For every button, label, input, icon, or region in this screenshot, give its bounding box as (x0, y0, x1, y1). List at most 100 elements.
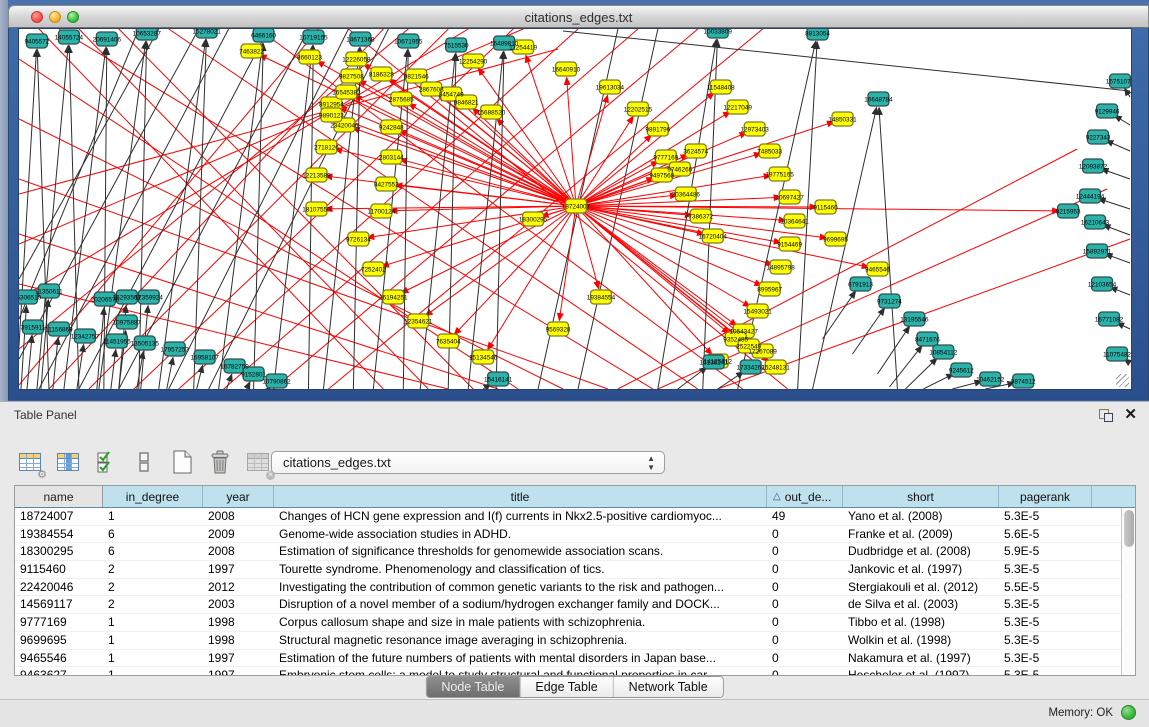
close-panel-icon[interactable]: ✕ (1124, 405, 1137, 423)
cell-short[interactable]: Wolkin et al. (1998) (843, 632, 999, 649)
table-row[interactable]: 911546021997Tourette syndrome. Phenomeno… (15, 561, 1121, 579)
cell-year[interactable]: 1998 (203, 632, 274, 649)
cell-in-degree[interactable]: 1 (103, 508, 203, 525)
cell-year[interactable]: 1997 (203, 650, 274, 667)
graph-edge[interactable] (1099, 199, 1130, 209)
cell-in-degree[interactable]: 2 (103, 579, 203, 596)
cell-in-degree[interactable]: 1 (103, 650, 203, 667)
cell-out-de-[interactable]: 0 (767, 667, 843, 675)
cell-pagerank[interactable]: 5.3E-5 (999, 632, 1092, 649)
merge-button[interactable] (130, 448, 157, 476)
column-header-name[interactable]: name (15, 486, 103, 507)
graph-edge[interactable] (823, 291, 856, 339)
table-selector-dropdown[interactable]: citations_edges.txt ▲▼ (271, 451, 665, 474)
column-header-year[interactable]: year (203, 486, 274, 507)
cell-out-de-[interactable]: 0 (767, 650, 843, 667)
cell-name[interactable]: 18300295 (15, 543, 103, 560)
graph-edge[interactable] (219, 44, 263, 389)
table-row[interactable]: 946362711997Embryonic stem cells: a mode… (15, 667, 1121, 675)
graph-edge[interactable] (1103, 225, 1130, 235)
cell-out-de-[interactable]: 0 (767, 561, 843, 578)
cell-name[interactable]: 18724007 (15, 508, 103, 525)
graph-edge[interactable] (308, 46, 313, 389)
graph-edge[interactable] (426, 206, 576, 316)
cell-year[interactable]: 2008 (203, 508, 274, 525)
column-select-button[interactable] (54, 448, 81, 476)
network-canvas[interactable]: 1872400774638228660123122260589827508818… (18, 28, 1132, 390)
cell-out-de-[interactable]: 0 (767, 543, 843, 560)
graph-edge-line[interactable] (19, 29, 468, 299)
cell-title[interactable]: Disruption of a novel member of a sodium… (274, 596, 767, 613)
graph-edge[interactable] (813, 108, 877, 389)
cell-name[interactable]: 9463627 (15, 667, 103, 675)
cell-pagerank[interactable]: 5.5E-5 (999, 579, 1092, 596)
graph-edge[interactable] (353, 128, 576, 206)
cell-year[interactable]: 1997 (203, 561, 274, 578)
cell-title[interactable]: Investigating the contribution of common… (274, 579, 767, 596)
graph-edge[interactable] (197, 366, 203, 389)
graph-edge-line[interactable] (19, 49, 558, 194)
cell-title[interactable]: Changes of HCN gene expression and I(f) … (274, 508, 767, 525)
graph-edge[interactable] (274, 46, 313, 389)
column-header-pagerank[interactable]: pagerank (999, 486, 1092, 507)
cell-title[interactable]: Structural magnetic resonance image aver… (274, 632, 767, 649)
cell-short[interactable]: de Silva et al. (2003) (843, 596, 999, 613)
graph-edge[interactable] (889, 346, 921, 387)
cell-out-de-[interactable]: 49 (767, 508, 843, 525)
cell-name[interactable]: 9115460 (15, 561, 103, 578)
graph-edge[interactable] (1106, 141, 1130, 151)
cell-in-degree[interactable]: 6 (103, 543, 203, 560)
cell-pagerank[interactable]: 5.3E-5 (999, 561, 1092, 578)
graph-edge-line[interactable] (209, 29, 389, 389)
cell-pagerank[interactable]: 5.9E-5 (999, 543, 1092, 560)
cell-year[interactable]: 1998 (203, 614, 274, 631)
table-row[interactable]: 1938455462009Genome-wide association stu… (15, 526, 1121, 544)
cell-year[interactable]: 1997 (203, 667, 274, 675)
column-header-short[interactable]: short (843, 486, 999, 507)
cell-short[interactable]: Franke et al. (2009) (843, 526, 999, 543)
table-row[interactable]: 946554611997Estimation of the future num… (15, 650, 1121, 668)
table-row[interactable]: 1872400712008Changes of HCN gene express… (15, 508, 1121, 526)
graph-edge[interactable] (335, 149, 576, 206)
graph-edge[interactable] (1110, 287, 1130, 295)
graph-edge[interactable] (227, 375, 232, 389)
graph-edge[interactable] (37, 46, 68, 389)
cell-pagerank[interactable]: 5.6E-5 (999, 526, 1092, 543)
graph-edge[interactable] (497, 119, 576, 206)
cell-short[interactable]: Dudbridge et al. (2008) (843, 543, 999, 560)
cell-out-de-[interactable]: 0 (767, 614, 843, 631)
graph-edge-line[interactable] (19, 29, 139, 319)
cell-pagerank[interactable]: 5.3E-5 (999, 650, 1092, 667)
cell-name[interactable]: 14569117 (15, 596, 103, 613)
cell-title[interactable]: Estimation of the future numbers of pati… (274, 650, 767, 667)
cell-pagerank[interactable]: 5.3E-5 (999, 614, 1092, 631)
graph-edge[interactable] (567, 78, 576, 206)
table-row[interactable]: 2242004622012Investigating the contribut… (15, 579, 1121, 597)
cell-short[interactable]: Yano et al. (2008) (843, 508, 999, 525)
cell-title[interactable]: Embryonic stem cells: a model to study s… (274, 667, 767, 675)
resize-grip-icon[interactable] (1116, 374, 1129, 387)
tab-network-table[interactable]: Network Table (614, 677, 723, 697)
column-header-title[interactable]: title (274, 486, 767, 507)
citation-network-graph[interactable]: 1872400774638228660123122260589827508818… (19, 29, 1131, 389)
cell-year[interactable]: 2008 (203, 543, 274, 560)
graph-edge[interactable] (1102, 169, 1130, 179)
cell-short[interactable]: Hescheler et al. (1997) (843, 667, 999, 675)
table-scrollbar[interactable] (1121, 508, 1135, 675)
graph-edge[interactable] (496, 52, 504, 389)
cell-year[interactable]: 2012 (203, 579, 274, 596)
cell-out-de-[interactable]: 0 (767, 579, 843, 596)
graph-edge[interactable] (37, 50, 49, 389)
cell-short[interactable]: Jankovic et al. (1997) (843, 561, 999, 578)
graph-edge[interactable] (923, 374, 953, 389)
cell-pagerank[interactable]: 5.3E-5 (999, 508, 1092, 525)
cell-name[interactable]: 19384554 (15, 526, 103, 543)
tab-edge-table[interactable]: Edge Table (520, 677, 613, 697)
cell-out-de-[interactable]: 0 (767, 632, 843, 649)
cell-title[interactable]: Genome-wide association studies in ADHD. (274, 526, 767, 543)
column-header-in-degree[interactable]: in_degree (103, 486, 203, 507)
graph-edge[interactable] (853, 308, 885, 354)
cell-name[interactable]: 22420046 (15, 579, 103, 596)
table-row[interactable]: 969969511998Structural magnetic resonanc… (15, 632, 1121, 650)
graph-edge[interactable] (879, 108, 897, 389)
